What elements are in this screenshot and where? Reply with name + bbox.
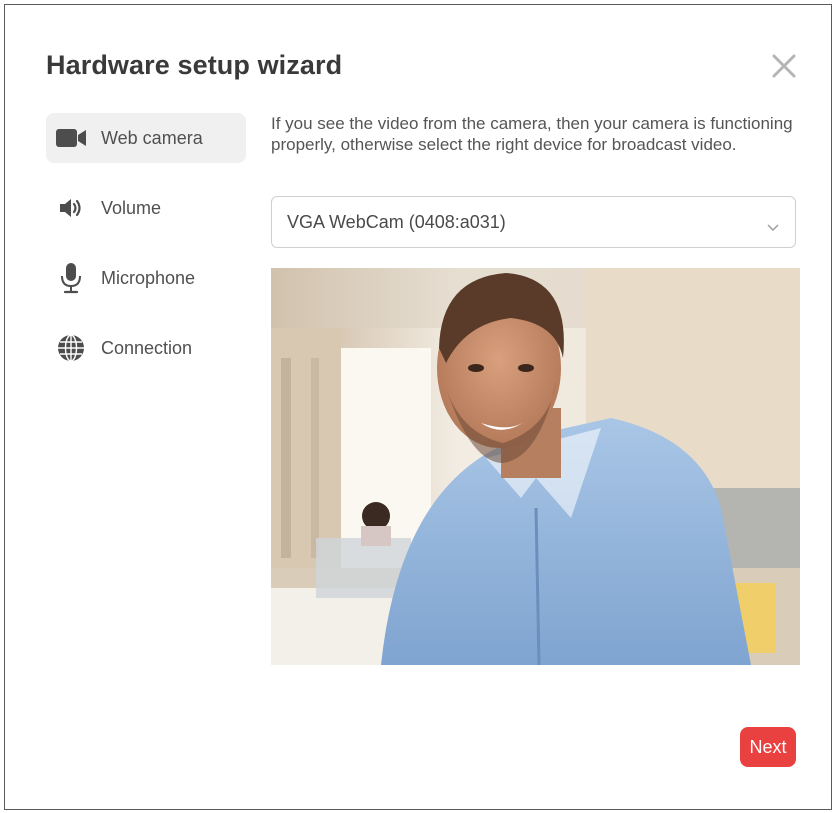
instructions-text: If you see the video from the camera, th… [271,114,793,154]
sidebar-nav: Web camera Volume Microphone Connection [46,113,246,393]
camera-video-preview [271,268,800,665]
dialog-title: Hardware setup wizard [46,50,343,80]
sidebar-item-label: Connection [101,337,193,358]
close-icon[interactable] [770,52,798,80]
sidebar-item-label: Volume [101,197,162,218]
sidebar-item-microphone[interactable]: Microphone [46,253,246,303]
selected-device-value: VGA WebCam (0408:a031) [287,211,506,232]
globe-icon [56,333,86,363]
camera-device-select[interactable]: VGA WebCam (0408:a031) [271,196,796,248]
sidebar-item-web-camera[interactable]: Web camera [46,113,246,163]
speaker-icon [56,193,86,223]
microphone-icon [56,263,86,294]
sidebar-item-connection[interactable]: Connection [46,323,246,373]
next-button[interactable]: Next [740,727,796,767]
sidebar-item-volume[interactable]: Volume [46,183,246,233]
video-camera-icon [56,123,86,153]
sidebar-item-label: Microphone [101,267,196,288]
chevron-down-icon [767,216,779,237]
sidebar-item-label: Web camera [101,127,203,148]
